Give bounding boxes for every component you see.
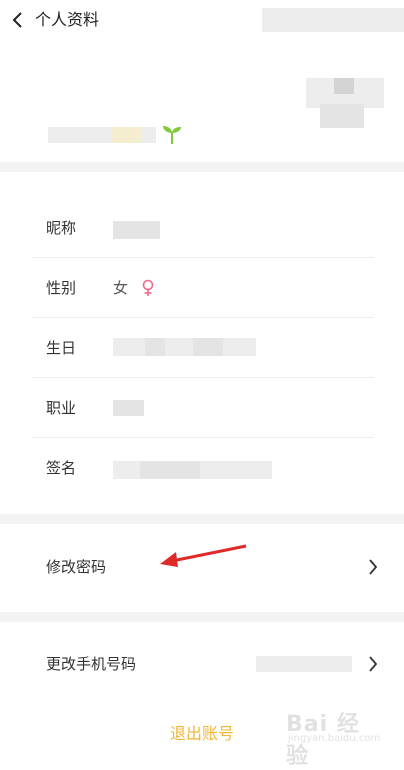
blurred-header-info	[262, 8, 404, 32]
nickname-value	[113, 221, 160, 239]
signature-row[interactable]: 签名	[0, 438, 404, 498]
change-phone-row[interactable]: 更改手机号码	[0, 634, 404, 694]
page-title: 个人资料	[35, 10, 100, 29]
section-divider	[0, 514, 404, 524]
change-phone-label: 更改手机号码	[46, 655, 137, 673]
gender-value: 女	[113, 279, 129, 297]
top-bar: 个人资料	[0, 0, 404, 40]
nickname-row[interactable]: 昵称	[0, 198, 404, 258]
occupation-value	[113, 400, 144, 416]
baidu-jingyan-watermark: Bai 经验 jingyan.baidu.com	[286, 706, 381, 769]
chevron-right-icon	[369, 656, 378, 672]
occupation-label: 职业	[46, 399, 77, 417]
change-password-label: 修改密码	[46, 558, 107, 576]
sprout-icon	[163, 126, 181, 144]
birthday-row[interactable]: 生日	[0, 318, 404, 378]
female-icon	[142, 279, 154, 296]
section-divider	[0, 612, 404, 622]
phone-number-value	[256, 656, 352, 672]
chevron-right-icon	[369, 559, 378, 575]
annotation-arrow-icon	[160, 544, 247, 567]
gender-label: 性别	[46, 279, 77, 297]
section-divider	[0, 162, 404, 172]
signature-label: 签名	[46, 459, 77, 477]
watermark-url: jingyan.baidu.com	[288, 733, 381, 744]
gender-row[interactable]: 性别 女	[0, 258, 404, 318]
chevron-left-icon[interactable]	[10, 11, 26, 29]
occupation-row[interactable]: 职业	[0, 378, 404, 438]
birthday-label: 生日	[46, 339, 77, 357]
nickname-label: 昵称	[46, 219, 77, 237]
